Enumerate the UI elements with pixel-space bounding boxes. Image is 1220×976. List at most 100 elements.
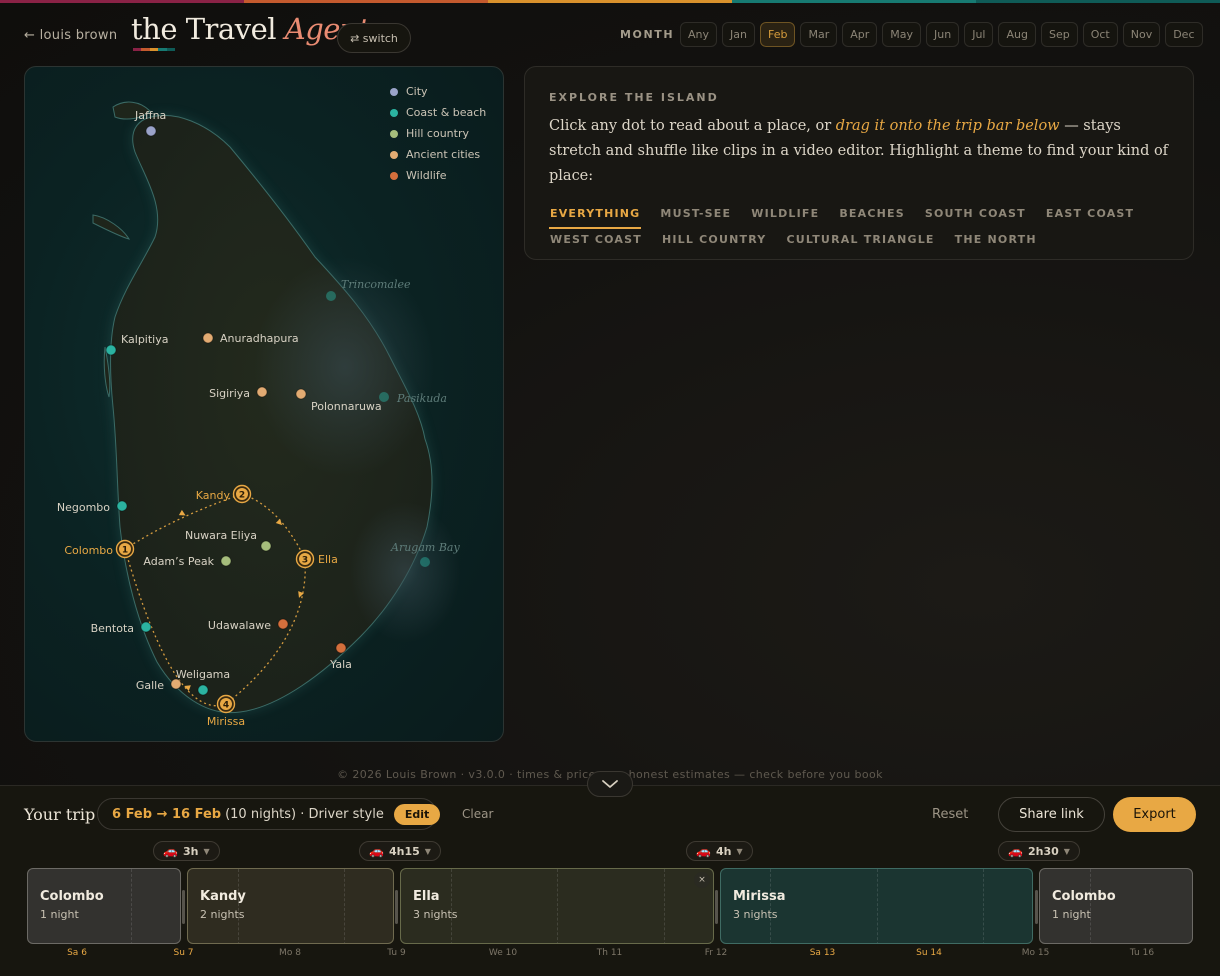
stay-clip[interactable]: Colombo 1 night [27, 868, 181, 944]
map-place-dot [220, 555, 232, 567]
month-nov[interactable]: Nov [1122, 22, 1161, 47]
back-link[interactable]: ← louis brown [24, 28, 117, 43]
southeast-coast-highlight [350, 502, 460, 642]
map-place-label: Mirissa [207, 715, 245, 728]
filter-must-see[interactable]: MUST-SEE [659, 203, 732, 229]
month-feb[interactable]: Feb [759, 22, 796, 47]
day-of-week: Mo [1021, 948, 1035, 958]
map-place-dot [295, 388, 307, 400]
map-place-label: Anuradhapura [220, 332, 299, 345]
stay-clip[interactable]: Ella 3 nights × [400, 868, 714, 944]
month-aug[interactable]: Aug [998, 22, 1036, 47]
month-jan[interactable]: Jan [722, 22, 755, 47]
map-place-label: Ella [318, 553, 338, 566]
map-place-label: Weligama [176, 668, 230, 681]
map-place[interactable]: 2 Kandy [196, 484, 252, 504]
filter-hill-country[interactable]: HILL COUNTRY [661, 229, 767, 253]
explore-panel: EXPLORE THE ISLAND Click any dot to read… [524, 66, 1194, 260]
month-may[interactable]: May [882, 22, 922, 47]
month-jun[interactable]: Jun [926, 22, 960, 47]
day-number: 6 [81, 948, 87, 958]
close-icon[interactable]: × [694, 872, 710, 888]
stay-clip[interactable]: Colombo 1 night [1039, 868, 1193, 944]
filter-everything[interactable]: EVERYTHING [549, 203, 642, 229]
drive-time-pill[interactable]: 🚗 4h15 ▼ [359, 841, 441, 861]
stay-nights: 3 nights [733, 908, 778, 921]
legend-label: Hill country [406, 127, 470, 140]
filter-south-coast[interactable]: SOUTH COAST [924, 203, 1027, 229]
filter-cultural-triangle[interactable]: CULTURAL TRIANGLE [785, 229, 935, 253]
drive-time: 2h30 [1027, 844, 1059, 858]
day-tick: Mo 8 [279, 948, 301, 958]
day-number: 15 [1037, 948, 1050, 958]
map-place[interactable]: 3 Ella [295, 549, 338, 569]
map-place-label: Colombo [64, 544, 113, 557]
legend-dot-icon [390, 150, 398, 159]
month-any[interactable]: Any [680, 22, 718, 47]
day-divider [983, 869, 985, 943]
map-place-dot [420, 557, 430, 567]
filter-beaches[interactable]: BEACHES [838, 203, 906, 229]
island-map[interactable]: Jaffna Trincomalee Kalpitiya Anuradhapura Si… [24, 66, 504, 742]
route-stop-number: 2 [239, 491, 245, 501]
filter-the-north[interactable]: THE NORTH [954, 229, 1038, 253]
month-sep[interactable]: Sep [1040, 22, 1078, 47]
map-place[interactable]: 1 Colombo [64, 539, 135, 559]
reset-button[interactable]: Reset [932, 807, 968, 822]
brand-bar-segment [166, 48, 176, 51]
trip-bar: Your trip 6 Feb → 16 Feb (10 nights) · D… [0, 785, 1220, 976]
car-icon: 🚗 [696, 844, 711, 858]
drive-time-pill[interactable]: 🚗 4h ▼ [686, 841, 753, 861]
map-place-dot [277, 618, 289, 630]
stay-name: Mirissa [733, 889, 786, 904]
filter-east-coast[interactable]: EAST COAST [1045, 203, 1135, 229]
stay-clip[interactable]: Mirissa 3 nights [720, 868, 1033, 944]
day-divider [450, 869, 452, 943]
map-place[interactable]: Galle [136, 678, 182, 692]
resize-handle[interactable] [715, 890, 718, 924]
drive-time: 4h15 [388, 844, 420, 858]
map-place-dot [260, 540, 272, 552]
mannar-spit [92, 214, 131, 240]
month-mar[interactable]: Mar [800, 22, 838, 47]
resize-handle[interactable] [1035, 890, 1038, 924]
switch-button[interactable]: ⇄ switch [337, 23, 411, 53]
day-number: 7 [187, 948, 194, 958]
collapse-toggle[interactable] [587, 771, 633, 797]
drive-time-pill[interactable]: 🚗 3h ▼ [153, 841, 220, 861]
edit-trip-button[interactable]: Edit [393, 803, 441, 825]
resize-handle[interactable] [182, 890, 185, 924]
day-tick: Su 14 [916, 948, 942, 958]
share-link-button[interactable]: Share link [998, 797, 1105, 832]
map-place-dot [379, 392, 389, 402]
drive-time: 3h [182, 844, 199, 858]
map-place-dot [202, 332, 214, 344]
month-jul[interactable]: Jul [964, 22, 994, 47]
month-selector: Any Jan Feb Mar Apr May Jun Jul Aug Sep Oct Nov Dec [680, 22, 1203, 47]
legend-dot-icon [390, 171, 398, 180]
map-place-label: Negombo [57, 501, 110, 514]
day-divider [663, 869, 665, 943]
map-place[interactable]: Bentota [91, 621, 152, 635]
legend-item: Hill country [390, 123, 486, 144]
day-of-week: Tu [387, 948, 398, 958]
map-place-label: Adam’s Peak [143, 555, 214, 568]
clear-button[interactable]: Clear [462, 807, 493, 821]
map-place-label: Nuwara Eliya [185, 529, 257, 542]
month-oct[interactable]: Oct [1082, 22, 1118, 47]
map-place[interactable]: Negombo [57, 500, 128, 514]
day-of-week: Sa [67, 948, 79, 958]
filter-wildlife[interactable]: WILDLIFE [750, 203, 820, 229]
legend-item: City [390, 81, 486, 102]
resize-handle[interactable] [395, 890, 398, 924]
drive-time-pill[interactable]: 🚗 2h30 ▼ [998, 841, 1080, 861]
filter-west-coast[interactable]: WEST COAST [549, 229, 643, 253]
legend-dot-icon [390, 87, 398, 96]
brand-bar-segment [141, 48, 150, 51]
export-button[interactable]: Export [1113, 797, 1196, 832]
stay-clip[interactable]: Kandy 2 nights [187, 868, 394, 944]
brand-bar-segment [133, 48, 142, 51]
day-number: 10 [505, 948, 518, 958]
month-dec[interactable]: Dec [1165, 22, 1203, 47]
month-apr[interactable]: Apr [842, 22, 878, 47]
